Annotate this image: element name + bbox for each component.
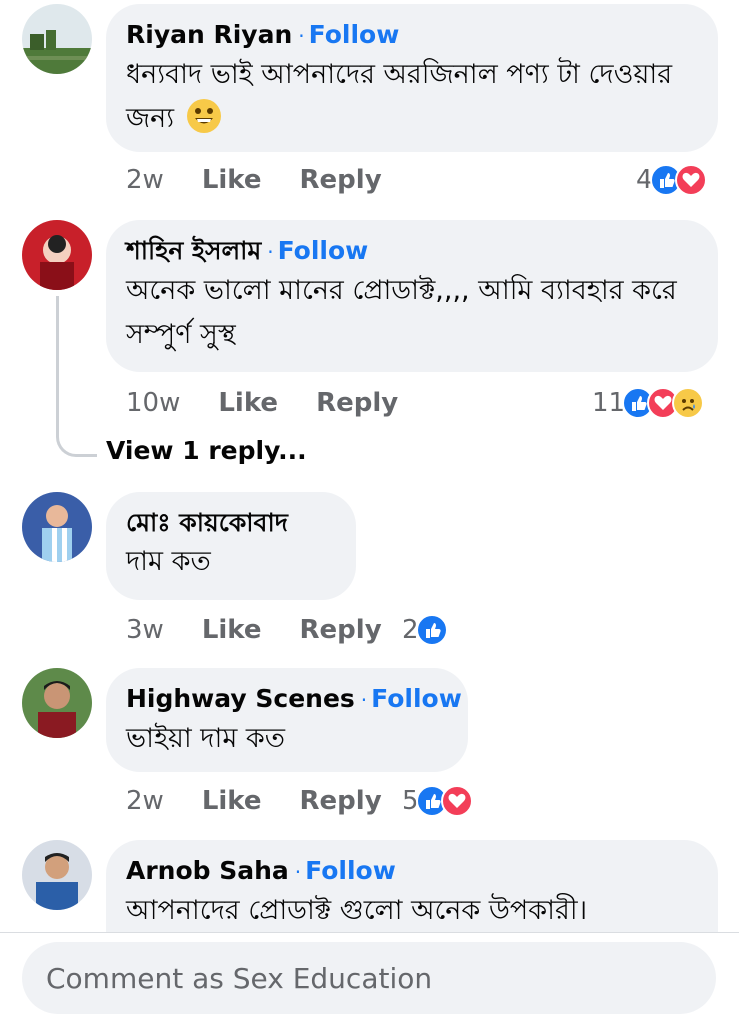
comment-time[interactable]: 2w — [126, 786, 164, 816]
like-reaction-icon — [415, 614, 448, 646]
reply-button[interactable]: Reply — [300, 615, 382, 645]
comment-bubble: Arnob Saha · Follow আপনাদের প্রোডাক্ট গু… — [106, 840, 718, 932]
follow-button[interactable]: Follow — [371, 682, 462, 716]
comment-author[interactable]: শাহিন ইসলাম — [126, 234, 261, 268]
reply-thread-line — [56, 296, 97, 457]
comment-author[interactable]: Arnob Saha — [126, 854, 289, 888]
reply-button[interactable]: Reply — [300, 165, 382, 195]
like-button[interactable]: Like — [202, 786, 262, 816]
avatar[interactable] — [22, 668, 92, 738]
follow-button[interactable]: Follow — [305, 854, 396, 888]
love-reaction-icon — [674, 164, 707, 196]
reactions-summary[interactable]: 2 — [402, 610, 448, 650]
view-replies-link[interactable]: View 1 reply... — [106, 436, 307, 465]
comment-text: অনেক ভালো মানের প্রোডাক্ট,,,, আমি ব্যাবহ… — [126, 275, 677, 350]
composer-divider — [0, 932, 739, 933]
comment-actions: 10w Like Reply — [126, 383, 398, 423]
like-button[interactable]: Like — [202, 615, 262, 645]
comment-bubble: মোঃ কায়কোবাদ দাম কত — [106, 492, 356, 600]
comment-composer[interactable] — [22, 942, 716, 1014]
comment-bubble: Riyan Riyan · Follow ধন্যবাদ ভাই আপনাদের… — [106, 4, 718, 152]
comment-time[interactable]: 2w — [126, 165, 164, 195]
comment-time[interactable]: 10w — [126, 388, 180, 418]
separator-dot: · — [298, 24, 305, 48]
comment-actions: 2w Like Reply — [126, 160, 382, 200]
like-button[interactable]: Like — [218, 388, 278, 418]
comment-author[interactable]: Riyan Riyan — [126, 18, 292, 52]
comment-author[interactable]: মোঃ কায়কোবাদ — [126, 506, 288, 540]
avatar[interactable] — [22, 840, 92, 910]
reactions-summary[interactable]: 5 — [402, 781, 473, 821]
comment-author[interactable]: Highway Scenes — [126, 682, 355, 716]
comment-text: ভাইয়া দাম কত — [126, 723, 286, 754]
love-reaction-icon — [440, 785, 473, 817]
like-button[interactable]: Like — [202, 165, 262, 195]
comment-bubble: শাহিন ইসলাম · Follow অনেক ভালো মানের প্র… — [106, 220, 718, 372]
avatar[interactable] — [22, 220, 92, 290]
reactions-count: 11 — [592, 388, 626, 418]
grinning-face-icon — [186, 99, 221, 133]
comment-actions: 2w Like Reply — [126, 781, 382, 821]
reactions-summary[interactable]: 11 — [592, 383, 705, 423]
reply-button[interactable]: Reply — [300, 786, 382, 816]
follow-button[interactable]: Follow — [309, 18, 400, 52]
separator-dot: · — [267, 240, 274, 264]
reply-button[interactable]: Reply — [316, 388, 398, 418]
comment-time[interactable]: 3w — [126, 615, 164, 645]
separator-dot: · — [360, 688, 368, 712]
reactions-summary[interactable]: 4 — [636, 160, 707, 200]
comment-actions: 3w Like Reply — [126, 610, 382, 650]
comment-bubble: Highway Scenes · Follow ভাইয়া দাম কত — [106, 668, 468, 772]
separator-dot: · — [294, 860, 302, 884]
comment-text: আপনাদের প্রোডাক্ট গুলো অনেক উপকারী। — [126, 895, 588, 926]
comment-input[interactable] — [44, 960, 694, 996]
avatar[interactable] — [22, 492, 92, 562]
sad-reaction-icon — [672, 387, 705, 419]
comment-text: দাম কত — [126, 546, 211, 577]
comment-text: ধন্যবাদ ভাই আপনাদের অরজিনাল পণ্য টা দেওয… — [126, 53, 698, 141]
avatar[interactable] — [22, 4, 92, 74]
follow-button[interactable]: Follow — [278, 234, 369, 268]
